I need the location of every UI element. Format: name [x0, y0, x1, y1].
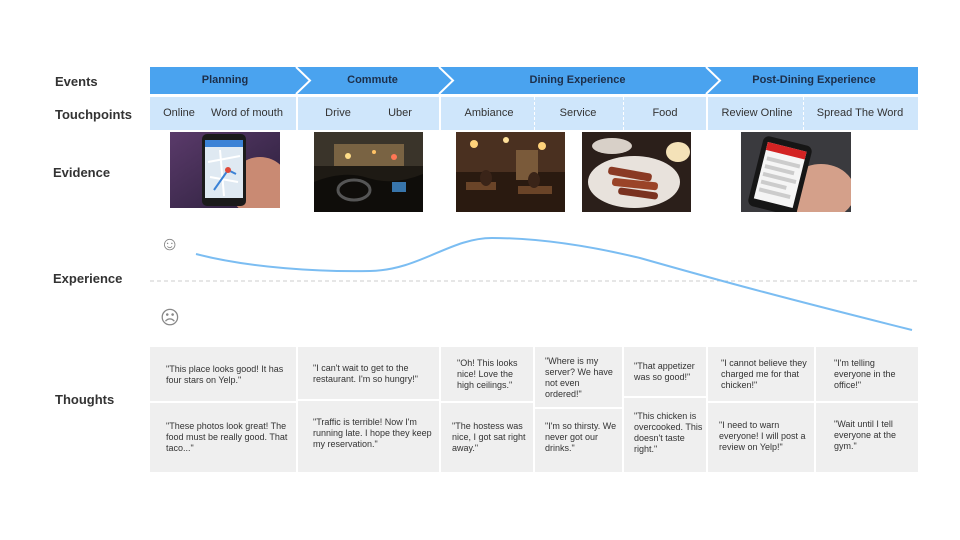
thought-row-divider — [441, 401, 533, 403]
thought-planning-bottom: "These photos look great! The food must … — [166, 421, 288, 453]
thought-row-divider — [535, 407, 622, 409]
thought-spread-top: "I'm telling everyone in the office!" — [834, 358, 896, 390]
thought-col-divider — [706, 347, 708, 472]
thought-col-divider — [622, 347, 624, 472]
thoughts-grid: "This place looks good! It has four star… — [150, 347, 918, 472]
thought-col-divider — [814, 347, 816, 472]
thought-row-divider — [624, 396, 706, 398]
thought-col-divider — [296, 347, 298, 472]
frowning-face-icon: ☹ — [160, 308, 180, 329]
thought-food-bottom: "This chicken is overcooked. This doesn'… — [634, 411, 703, 454]
thought-commute-top: "I can't wait to get to the restaurant. … — [313, 363, 418, 384]
thought-service-top: "Where is my server? We have not even or… — [545, 356, 613, 399]
thought-col-divider — [439, 347, 441, 472]
experience-curve — [195, 236, 913, 331]
thought-row-divider — [150, 401, 296, 403]
thought-service-bottom: "I'm so thirsty. We never got our drinks… — [545, 421, 617, 453]
thought-food-top: "That appetizer was so good!" — [634, 361, 695, 382]
thought-spread-bottom: "Wait until I tell everyone at the gym." — [834, 419, 897, 451]
thought-row-divider — [708, 401, 814, 403]
thought-planning-top: "This place looks good! It has four star… — [166, 364, 284, 385]
thought-review-top: "I cannot believe they charged me for th… — [721, 358, 807, 390]
thought-ambiance-top: "Oh! This looks nice! Love the high ceil… — [457, 358, 518, 390]
thought-review-bottom: "I need to warn everyone! I will post a … — [719, 420, 806, 452]
thought-row-divider — [816, 401, 918, 403]
thought-commute-bottom: "Traffic is terrible! Now I'm running la… — [313, 417, 432, 449]
smiley-face-icon: ☺ — [160, 234, 180, 255]
thought-col-divider — [533, 347, 535, 472]
thought-ambiance-bottom: "The hostess was nice, I got sat right a… — [452, 421, 526, 453]
thought-row-divider — [298, 399, 439, 401]
